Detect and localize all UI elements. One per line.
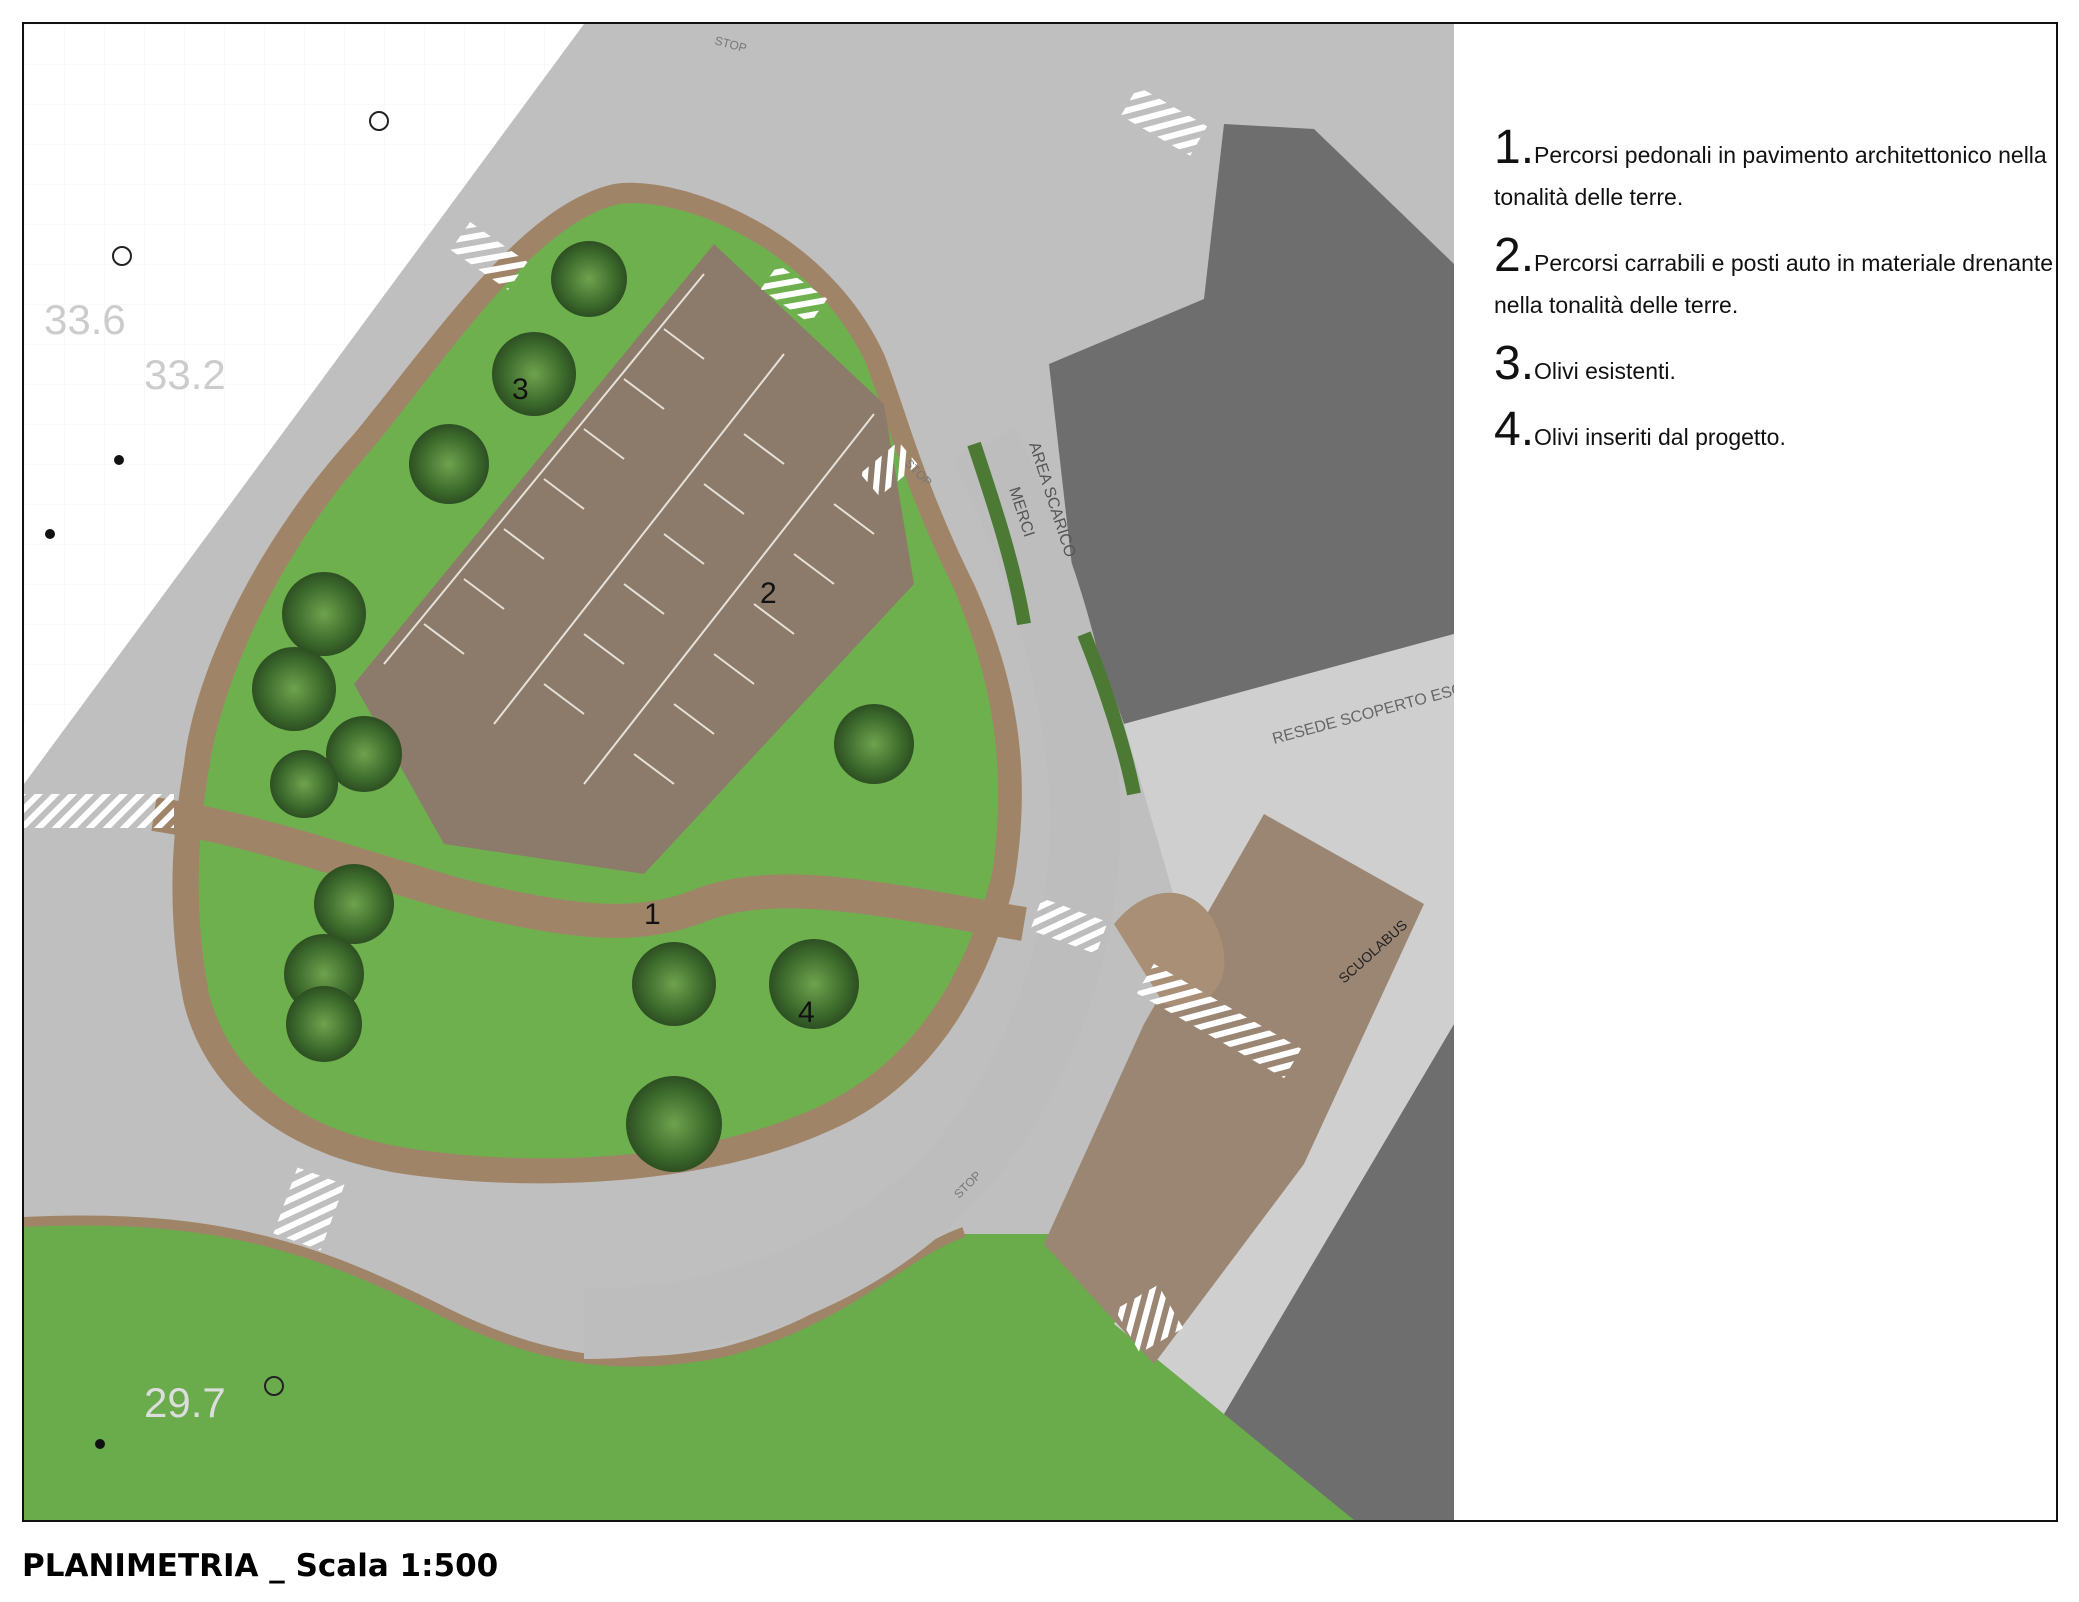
tree xyxy=(551,241,627,317)
tree xyxy=(282,572,366,656)
elevation-label: 33.6 xyxy=(44,296,126,343)
legend-text: Olivi esistenti. xyxy=(1534,358,1676,384)
legend-text: Olivi inseriti dal progetto. xyxy=(1534,424,1786,450)
tree xyxy=(270,750,338,818)
tree xyxy=(314,864,394,944)
legend-item: 2.Percorsi carrabili e posti auto in mat… xyxy=(1494,232,2054,326)
elevation-label: 29.7 xyxy=(144,1379,226,1426)
legend-number: 2. xyxy=(1494,229,1535,282)
legend: 1.Percorsi pedonali in pavimento archite… xyxy=(1494,124,2054,472)
tree xyxy=(626,1076,722,1172)
tree xyxy=(632,942,716,1026)
plan-title: PLANIMETRIA _ Scala 1:500 xyxy=(22,1548,499,1584)
legend-number: 3. xyxy=(1494,337,1535,390)
legend-item: 1.Percorsi pedonali in pavimento archite… xyxy=(1494,124,2054,218)
area-number: 4 xyxy=(798,996,815,1029)
tree xyxy=(492,332,576,416)
legend-number: 1. xyxy=(1494,121,1535,174)
elevation-label: 33.2 xyxy=(144,351,226,398)
tree xyxy=(252,647,336,731)
legend-item: 4.Olivi inseriti dal progetto. xyxy=(1494,406,2054,458)
area-number: 2 xyxy=(760,577,777,610)
drawing-frame: 33.6 33.2 29.7 AREA SCARICO MERCI RESEDE… xyxy=(22,22,2058,1522)
legend-text: Percorsi pedonali in pavimento architett… xyxy=(1494,142,2047,210)
tree xyxy=(286,986,362,1062)
tree xyxy=(409,424,489,504)
tree xyxy=(834,704,914,784)
site-plan-map: 33.6 33.2 29.7 AREA SCARICO MERCI RESEDE… xyxy=(24,24,1454,1520)
legend-item: 3.Olivi esistenti. xyxy=(1494,340,2054,392)
area-number: 3 xyxy=(512,373,529,406)
legend-text: Percorsi carrabili e posti auto in mater… xyxy=(1494,250,2054,318)
area-number: 1 xyxy=(644,898,661,931)
legend-number: 4. xyxy=(1494,403,1535,456)
